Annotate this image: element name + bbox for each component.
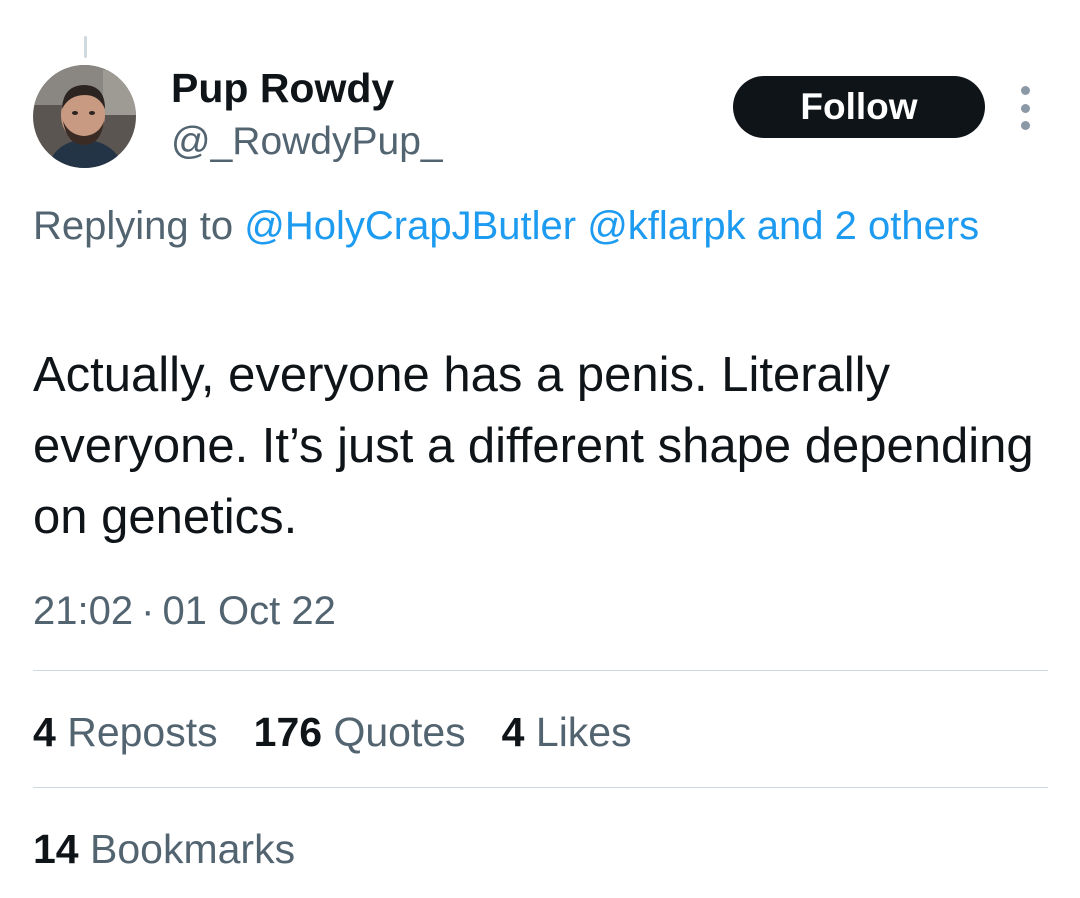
likes-stat[interactable]: 4 Likes [502, 707, 632, 757]
mention-link-2[interactable]: @kflarpk [587, 204, 745, 248]
reply-others-link[interactable]: and 2 others [757, 204, 979, 248]
reply-context-prefix: Replying to [33, 204, 234, 248]
reposts-count: 4 [33, 709, 56, 755]
reply-context: Replying to @HolyCrapJButler @kflarpk an… [33, 196, 1023, 257]
quotes-stat[interactable]: 176 Quotes [254, 707, 466, 757]
mention-link-1[interactable]: @HolyCrapJButler [244, 204, 576, 248]
more-dots-vertical-icon[interactable] [1010, 86, 1040, 130]
timestamp-separator: · [141, 589, 155, 633]
tweet-text: Actually, everyone has a penis. Literall… [33, 348, 1034, 544]
bookmarks-stats: 14 Bookmarks [33, 824, 331, 874]
reposts-stat[interactable]: 4 Reposts [33, 707, 218, 757]
timestamp-time: 21:02 [33, 589, 134, 633]
quotes-count: 176 [253, 709, 323, 755]
quotes-label: Quotes [333, 709, 466, 755]
thread-connector-line [84, 36, 87, 58]
divider-top [33, 670, 1048, 671]
avatar[interactable] [33, 65, 136, 168]
author-display-name[interactable]: Pup Rowdy [171, 63, 394, 113]
divider-middle [33, 787, 1048, 788]
bookmarks-count: 14 [33, 826, 79, 872]
likes-label: Likes [535, 709, 632, 755]
likes-count: 4 [501, 709, 525, 755]
reposts-label: Reposts [67, 709, 218, 755]
avatar-image [33, 65, 136, 168]
bookmarks-stat[interactable]: 14 Bookmarks [33, 824, 295, 874]
bookmarks-label: Bookmarks [90, 826, 296, 872]
tweet-timestamp[interactable]: 21:02 · 01 Oct 22 [33, 586, 336, 636]
follow-button[interactable]: Follow [733, 76, 985, 138]
engagement-stats: 4 Reposts 176 Quotes 4 Likes [33, 707, 668, 757]
author-handle[interactable]: @_RowdyPup_ [171, 118, 443, 166]
timestamp-date: 01 Oct 22 [162, 589, 336, 633]
